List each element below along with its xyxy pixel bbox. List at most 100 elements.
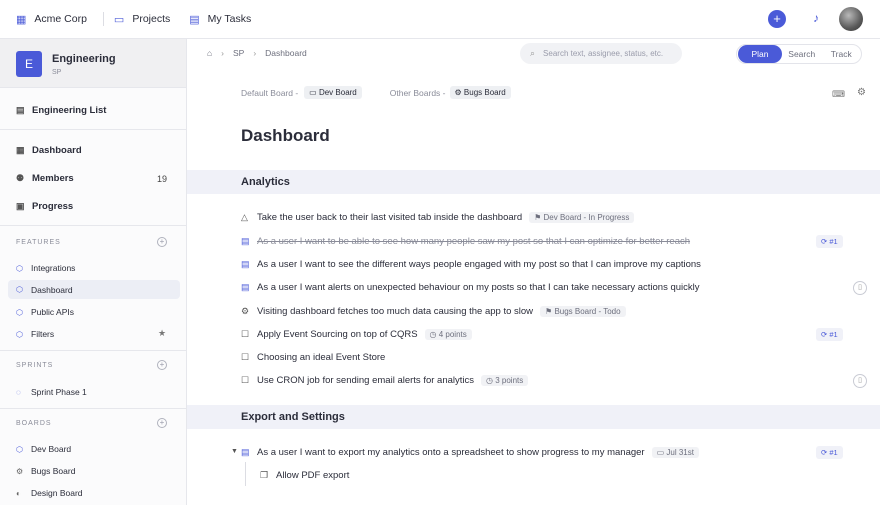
my-tasks-link[interactable]: ▤ My Tasks xyxy=(189,13,251,26)
sidebar-item-bugs-board[interactable]: ⚙ Bugs Board xyxy=(16,466,75,476)
search-placeholder: Search text, assignee, status, etc. xyxy=(543,49,664,58)
divider xyxy=(102,12,104,26)
item-title: As a user I want alerts on unexpected be… xyxy=(257,281,700,293)
tab-search[interactable]: Search xyxy=(782,49,822,59)
sidebar-item-label: Dashboard xyxy=(31,284,73,295)
chevron-right-icon: › xyxy=(253,48,257,58)
document-icon[interactable]: ▯ xyxy=(853,281,867,295)
section-title: Analytics xyxy=(241,176,290,188)
sidebar-item-dashboard[interactable]: ▦ Dashboard xyxy=(16,145,82,156)
list-item[interactable]: ⚙ Visiting dashboard fetches too much da… xyxy=(241,303,626,319)
building-icon: ▦ xyxy=(16,13,27,26)
tag-label: 4 points xyxy=(438,329,467,339)
star-icon[interactable]: ★ xyxy=(158,328,166,339)
list-item[interactable]: ☐ Use CRON job for sending email alerts … xyxy=(241,372,529,388)
sidebar-item-feature-dashboard[interactable]: ⬡ Dashboard xyxy=(8,280,180,299)
sidebar-item-members[interactable]: ⚉ Members xyxy=(16,173,74,184)
subtask-icon: ❐ xyxy=(260,469,269,480)
add-button[interactable]: + xyxy=(768,10,786,28)
palette-icon: ◐ xyxy=(16,488,21,498)
sidebar-item-label: Sprint Phase 1 xyxy=(31,387,87,397)
list-item[interactable]: ☐ Apply Event Sourcing on top of CQRS ◷ … xyxy=(241,326,472,342)
checkbox-icon[interactable]: ☐ xyxy=(241,352,257,363)
sidebar-item-label: Filters xyxy=(31,329,55,339)
subtask-connector xyxy=(245,462,246,486)
story-icon: ▤ xyxy=(241,446,250,457)
sidebar-item-sprint-phase-1[interactable]: ◌ Sprint Phase 1 xyxy=(16,387,87,397)
list-item[interactable]: △ Take the user back to their last visit… xyxy=(241,209,635,225)
list-item[interactable]: ▤ As a user I want to be able to see how… xyxy=(241,233,690,249)
avatar[interactable] xyxy=(839,7,863,31)
item-title: Use CRON job for sending email alerts fo… xyxy=(257,374,475,386)
feature-icon: ⬡ xyxy=(16,263,23,273)
chip-label: #1 xyxy=(829,330,838,339)
members-icon: ⚉ xyxy=(16,173,25,183)
chevron-right-icon: › xyxy=(221,48,224,58)
section-header-analytics[interactable]: Analytics xyxy=(187,170,880,194)
sidebar-item-design-board[interactable]: ◐ Design Board xyxy=(16,488,83,498)
sidebar-item-label: Members xyxy=(32,173,74,184)
document-icon[interactable]: ▯ xyxy=(853,374,867,388)
mode-switch: Plan Search Track xyxy=(736,44,862,64)
board-status-tag: ⚑ Dev Board - In Progress xyxy=(529,211,635,223)
default-board-chip[interactable]: ▭ Dev Board xyxy=(304,86,362,99)
divider xyxy=(0,225,186,226)
gear-icon[interactable]: ⚙ xyxy=(857,87,866,98)
other-board-chip[interactable]: ⚙ Bugs Board xyxy=(449,86,511,99)
sidebar-item-integrations[interactable]: ⬡ Integrations xyxy=(16,263,75,273)
caret-down-icon[interactable]: ▼ xyxy=(231,448,238,455)
list-item[interactable]: ▤ As a user I want to export my analytic… xyxy=(241,444,699,460)
sidebar-item-progress[interactable]: ▣ Progress xyxy=(16,201,73,212)
list-icon: ▤ xyxy=(16,105,25,115)
add-feature-button[interactable]: + xyxy=(157,237,167,247)
other-board-name: Bugs Board xyxy=(463,88,506,97)
project-header[interactable]: E Engineering SP xyxy=(0,39,186,88)
home-icon[interactable]: ⌂ xyxy=(207,48,212,58)
bell-icon[interactable]: ♪ xyxy=(813,11,819,25)
default-board-name: Dev Board xyxy=(318,88,357,97)
tag-label: Jul 31st xyxy=(666,447,694,457)
chip-label: #1 xyxy=(829,448,838,457)
item-title: Take the user back to their last visited… xyxy=(257,211,523,223)
sprint-chip[interactable]: ⟳ #1 xyxy=(816,446,843,459)
section-header-export-settings[interactable]: Export and Settings xyxy=(187,405,880,429)
list-item[interactable]: ▤ As a user I want alerts on unexpected … xyxy=(241,279,700,295)
tab-track[interactable]: Track xyxy=(822,49,862,59)
breadcrumb-page: Dashboard xyxy=(265,48,307,58)
tab-plan[interactable]: Plan xyxy=(738,45,782,63)
sprint-chip[interactable]: ⟳ #1 xyxy=(816,328,843,341)
briefcase-icon: ▭ xyxy=(113,13,125,26)
warning-icon: △ xyxy=(241,211,248,222)
project-key: SP xyxy=(52,69,62,76)
sidebar-item-label: Bugs Board xyxy=(31,466,76,476)
date-tag: ▭ Jul 31st xyxy=(651,446,699,458)
sidebar-item-filters[interactable]: ⬡ Filters xyxy=(16,329,54,339)
members-count: 19 xyxy=(157,174,168,184)
story-icon: ▤ xyxy=(241,235,250,246)
sidebar-item-label: Design Board xyxy=(31,488,83,498)
add-sprint-button[interactable]: + xyxy=(157,360,167,370)
checkbox-icon[interactable]: ☐ xyxy=(241,375,257,386)
top-bar: ▦ Acme Corp ▭ Projects ▤ My Tasks xyxy=(0,0,880,39)
add-board-button[interactable]: + xyxy=(157,418,167,428)
breadcrumb-project[interactable]: SP xyxy=(233,48,244,58)
sidebar-item-public-apis[interactable]: ⬡ Public APIs xyxy=(16,307,74,317)
projects-link[interactable]: ▭ Projects xyxy=(114,13,170,26)
sprint-chip[interactable]: ⟳ #1 xyxy=(816,235,843,248)
item-title: Allow PDF export xyxy=(276,469,350,481)
search-input[interactable]: ⌕ Search text, assignee, status, etc. xyxy=(520,43,682,64)
list-item[interactable]: ▤ As a user I want to see the different … xyxy=(241,256,701,272)
sidebar-item-dev-board[interactable]: ⬡ Dev Board xyxy=(16,444,71,454)
keyboard-icon[interactable]: ⌨ xyxy=(832,89,845,100)
sidebar-item-label: Dashboard xyxy=(32,145,82,156)
other-boards-label: Other Boards - xyxy=(389,87,446,98)
sidebar-item-label: Integrations xyxy=(31,263,76,273)
project-badge: E xyxy=(16,51,42,77)
points-tag: ◷ 3 points xyxy=(481,374,529,386)
checkbox-icon[interactable]: ☐ xyxy=(241,329,257,340)
org-switcher[interactable]: ▦ Acme Corp xyxy=(16,13,87,26)
list-item[interactable]: ☐ Choosing an ideal Event Store xyxy=(241,349,385,365)
sidebar-item-engineering-list[interactable]: ▤ Engineering List xyxy=(16,105,106,116)
list-item[interactable]: ❐ Allow PDF export xyxy=(260,467,349,483)
feature-icon: ⬡ xyxy=(16,307,23,317)
